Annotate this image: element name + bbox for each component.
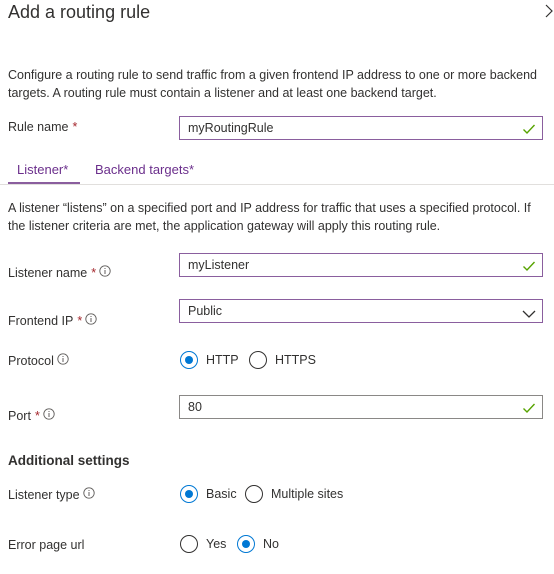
panel-title: Add a routing rule bbox=[8, 2, 151, 22]
port-label-text: Port bbox=[8, 408, 31, 423]
rule-name-label: Rule name * bbox=[8, 120, 77, 134]
required-mark: * bbox=[72, 120, 78, 134]
info-icon[interactable] bbox=[99, 265, 111, 280]
radio-selected-icon bbox=[237, 535, 255, 553]
frontend-ip-label: Frontend IP * bbox=[8, 313, 97, 328]
info-icon[interactable] bbox=[43, 408, 55, 423]
info-icon[interactable] bbox=[82, 487, 95, 502]
frontend-ip-label-text: Frontend IP bbox=[8, 313, 74, 328]
listener-description: A listener “listens” on a specified port… bbox=[8, 201, 531, 233]
listener-type-basic-radio[interactable]: Basic bbox=[180, 485, 237, 503]
tab-backend-targets[interactable]: Backend targets* bbox=[95, 162, 194, 177]
error-page-url-label-text: Error page url bbox=[8, 538, 85, 552]
protocol-label: Protocol bbox=[8, 353, 69, 368]
port-label: Port * bbox=[8, 408, 55, 423]
radio-selected-icon bbox=[180, 351, 198, 369]
tab-listener[interactable]: Listener* bbox=[17, 162, 68, 177]
radio-unselected-icon bbox=[180, 535, 198, 553]
required-mark: * bbox=[91, 265, 97, 280]
close-icon[interactable] bbox=[544, 4, 554, 18]
rule-name-label-text: Rule name bbox=[8, 120, 69, 134]
required-mark: * bbox=[77, 313, 83, 328]
listener-type-basic-label: Basic bbox=[206, 487, 237, 501]
radio-selected-icon bbox=[180, 485, 198, 503]
listener-type-label: Listener type bbox=[8, 487, 95, 502]
listener-type-label-text: Listener type bbox=[8, 487, 80, 502]
radio-unselected-icon bbox=[245, 485, 263, 503]
tab-backend-targets-required: * bbox=[188, 162, 195, 177]
checkmark-icon bbox=[522, 258, 536, 280]
tab-listener-required: * bbox=[63, 162, 69, 177]
additional-settings-heading: Additional settings bbox=[8, 453, 130, 468]
checkmark-icon bbox=[522, 121, 536, 143]
tab-backend-targets-label: Backend targets bbox=[95, 162, 189, 177]
chevron-down-icon bbox=[522, 305, 536, 327]
error-page-url-yes-radio[interactable]: Yes bbox=[180, 535, 226, 553]
port-value: 80 bbox=[188, 400, 202, 414]
listener-name-input[interactable]: myListener bbox=[179, 253, 543, 277]
protocol-http-label: HTTP bbox=[206, 353, 239, 367]
listener-type-multiple-sites-radio[interactable]: Multiple sites bbox=[245, 485, 343, 503]
checkmark-icon bbox=[522, 400, 536, 422]
frontend-ip-selected-value: Public bbox=[188, 304, 223, 318]
panel-description: Configure a routing rule to send traffic… bbox=[8, 68, 538, 100]
error-page-url-no-radio[interactable]: No bbox=[237, 535, 279, 553]
info-icon[interactable] bbox=[57, 353, 69, 368]
listener-type-multiple-sites-label: Multiple sites bbox=[271, 487, 344, 501]
protocol-https-radio[interactable]: HTTPS bbox=[249, 351, 316, 369]
rule-name-input[interactable]: myRoutingRule bbox=[179, 116, 543, 140]
required-mark: * bbox=[34, 408, 40, 423]
listener-name-label-text: Listener name bbox=[8, 265, 88, 280]
frontend-ip-dropdown[interactable]: Public bbox=[179, 299, 543, 323]
rule-name-value: myRoutingRule bbox=[188, 121, 274, 135]
tab-selected-indicator bbox=[8, 182, 80, 184]
radio-unselected-icon bbox=[249, 351, 267, 369]
listener-name-value: myListener bbox=[188, 258, 250, 272]
protocol-label-text: Protocol bbox=[8, 353, 54, 368]
error-page-url-no-label: No bbox=[263, 537, 279, 551]
tab-divider bbox=[0, 184, 554, 185]
tab-listener-label: Listener bbox=[17, 162, 64, 177]
error-page-url-label: Error page url bbox=[8, 538, 84, 552]
protocol-https-label: HTTPS bbox=[275, 353, 316, 367]
port-input[interactable]: 80 bbox=[179, 395, 543, 419]
protocol-http-radio[interactable]: HTTP bbox=[180, 351, 239, 369]
error-page-url-yes-label: Yes bbox=[206, 537, 227, 551]
info-icon[interactable] bbox=[85, 313, 97, 328]
listener-name-label: Listener name * bbox=[8, 265, 111, 280]
